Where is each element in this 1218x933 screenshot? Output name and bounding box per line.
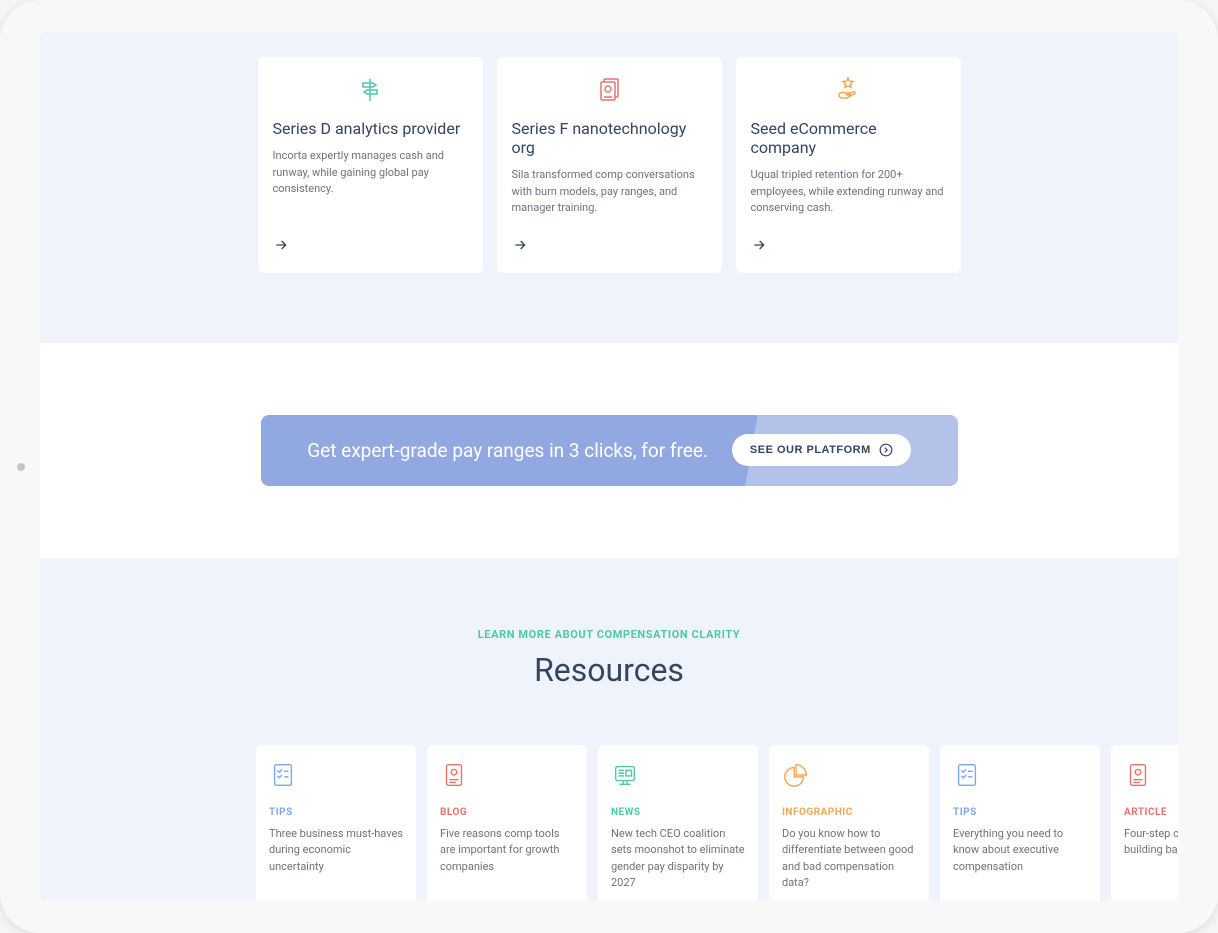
- arrow-link[interactable]: [751, 237, 946, 257]
- doc-icon: [440, 761, 574, 791]
- case-study-card[interactable]: Seed eCommerce company Uqual tripled ret…: [736, 57, 961, 273]
- resource-category: TIPS: [269, 807, 403, 818]
- resource-card[interactable]: BLOG Five reasons comp tools are importa…: [427, 745, 587, 902]
- resource-title: New tech CEO coalition sets moonshot to …: [611, 826, 745, 892]
- signpost-icon: [273, 75, 468, 105]
- arrow-right-icon: [512, 237, 528, 253]
- resource-title: Four-step co checklist for building bad: [1124, 826, 1178, 892]
- cta-banner: Get expert-grade pay ranges in 3 clicks,…: [261, 415, 958, 486]
- resource-title: Do you know how to differentiate between…: [782, 826, 916, 892]
- resources-heading: Resources: [40, 651, 1178, 689]
- resource-title: Three business must-haves during economi…: [269, 826, 403, 892]
- case-study-desc: Incorta expertly manages cash and runway…: [273, 148, 468, 217]
- resource-card[interactable]: NEWS New tech CEO coalition sets moonsho…: [598, 745, 758, 902]
- resource-category: TIPS: [953, 807, 1087, 818]
- resource-card[interactable]: INFOGRAPHIC Do you know how to different…: [769, 745, 929, 902]
- case-study-row: Series D analytics provider Incorta expe…: [40, 57, 1178, 273]
- arrow-link[interactable]: [273, 237, 468, 257]
- home-button-icon: [17, 463, 25, 471]
- case-study-title: Seed eCommerce company: [751, 119, 946, 157]
- arrow-circle-right-icon: [879, 443, 893, 457]
- resource-category: BLOG: [440, 807, 574, 818]
- case-study-desc: Sila transformed comp conversations with…: [512, 167, 707, 217]
- cta-text: Get expert-grade pay ranges in 3 clicks,…: [307, 439, 708, 462]
- resource-title: Everything you need to know about execut…: [953, 826, 1087, 892]
- arrow-right-icon: [273, 237, 289, 253]
- resource-card[interactable]: TIPS Everything you need to know about e…: [940, 745, 1100, 902]
- resource-category: ARTICLE: [1124, 807, 1178, 818]
- arrow-right-icon: [751, 237, 767, 253]
- doc-icon: [1124, 761, 1178, 791]
- document-icon: [512, 75, 707, 105]
- resource-title: Five reasons comp tools are important fo…: [440, 826, 574, 892]
- resources-eyebrow: LEARN MORE ABOUT COMPENSATION CLARITY: [40, 628, 1178, 641]
- pie-icon: [782, 761, 916, 791]
- cta-section: Get expert-grade pay ranges in 3 clicks,…: [40, 343, 1178, 558]
- checklist-icon: [953, 761, 1087, 791]
- resource-category: INFOGRAPHIC: [782, 807, 916, 818]
- device-frame: Series D analytics provider Incorta expe…: [0, 0, 1218, 933]
- see-platform-button[interactable]: SEE OUR PLATFORM: [732, 434, 911, 466]
- resource-cards-row: TIPS Three business must-haves during ec…: [40, 745, 1178, 902]
- resource-card[interactable]: ARTICLE Four-step co checklist for build…: [1111, 745, 1178, 902]
- cta-button-label: SEE OUR PLATFORM: [750, 444, 871, 456]
- case-study-desc: Uqual tripled retention for 200+ employe…: [751, 167, 946, 217]
- resource-category: NEWS: [611, 807, 745, 818]
- case-study-title: Series D analytics provider: [273, 119, 468, 138]
- case-study-card[interactable]: Series F nanotechnology org Sila transfo…: [497, 57, 722, 273]
- arrow-link[interactable]: [512, 237, 707, 257]
- case-study-section: Series D analytics provider Incorta expe…: [40, 32, 1178, 343]
- case-study-card[interactable]: Series D analytics provider Incorta expe…: [258, 57, 483, 273]
- checklist-icon: [269, 761, 403, 791]
- resource-card[interactable]: TIPS Three business must-haves during ec…: [256, 745, 416, 902]
- resources-section: LEARN MORE ABOUT COMPENSATION CLARITY Re…: [40, 558, 1178, 902]
- screen: Series D analytics provider Incorta expe…: [40, 32, 1178, 901]
- hand-star-icon: [751, 75, 946, 105]
- news-icon: [611, 761, 745, 791]
- case-study-title: Series F nanotechnology org: [512, 119, 707, 157]
